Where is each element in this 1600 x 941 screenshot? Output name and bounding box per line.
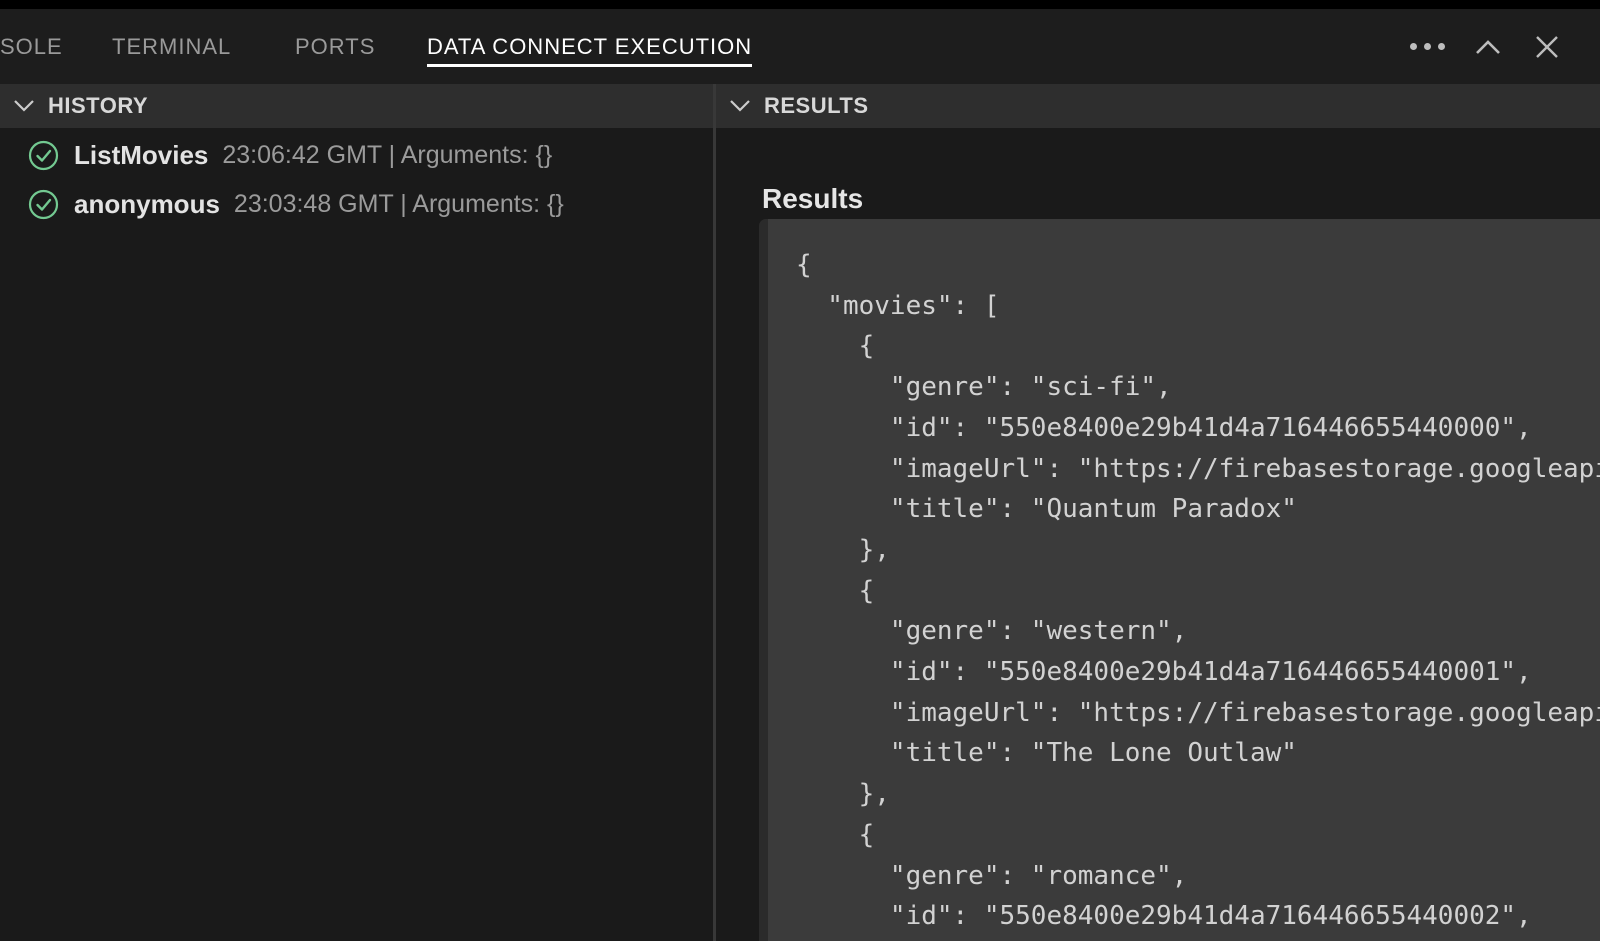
tab-console[interactable]: SOLE [0,9,63,84]
history-item-meta: 23:06:42 GMT | Arguments: {} [222,141,552,170]
data-connect-execution-panel: HISTORY ListMovies 23:06:42 GMT | Argume… [0,84,1600,941]
results-json-viewer[interactable]: { "movies": [ { "genre": "sci-fi", "id":… [759,219,1600,941]
more-actions-icon[interactable] [1405,9,1449,84]
results-pane: RESULTS Results { "movies": [ { "genre":… [716,84,1600,941]
close-panel-icon[interactable] [1527,9,1567,84]
tab-data-connect-execution[interactable]: DATA CONNECT EXECUTION [427,9,752,84]
chevron-down-icon [13,99,35,113]
editor-area-edge [0,0,1600,9]
list-item[interactable]: anonymous 23:03:48 GMT | Arguments: {} [0,180,713,229]
history-list: ListMovies 23:06:42 GMT | Arguments: {} … [0,128,713,229]
tab-ports[interactable]: PORTS [295,9,375,84]
list-item[interactable]: ListMovies 23:06:42 GMT | Arguments: {} [0,131,713,180]
success-check-icon [28,189,59,220]
panel-tab-bar: SOLE TERMINAL PORTS DATA CONNECT EXECUTI… [0,9,1600,84]
results-section-label: RESULTS [764,93,869,119]
history-item-name: ListMovies [74,140,208,171]
maximize-panel-icon[interactable] [1468,9,1508,84]
history-section-label: HISTORY [48,93,148,119]
history-item-name: anonymous [74,189,220,220]
results-json-text: { "movies": [ { "genre": "sci-fi", "id":… [768,219,1600,937]
results-section-header[interactable]: RESULTS [716,84,1600,128]
chevron-down-icon [729,99,751,113]
history-pane: HISTORY ListMovies 23:06:42 GMT | Argume… [0,84,713,941]
tab-terminal[interactable]: TERMINAL [112,9,231,84]
results-title: Results [762,183,863,215]
success-check-icon [28,140,59,171]
history-section-header[interactable]: HISTORY [0,84,713,128]
history-item-meta: 23:03:48 GMT | Arguments: {} [234,190,564,219]
